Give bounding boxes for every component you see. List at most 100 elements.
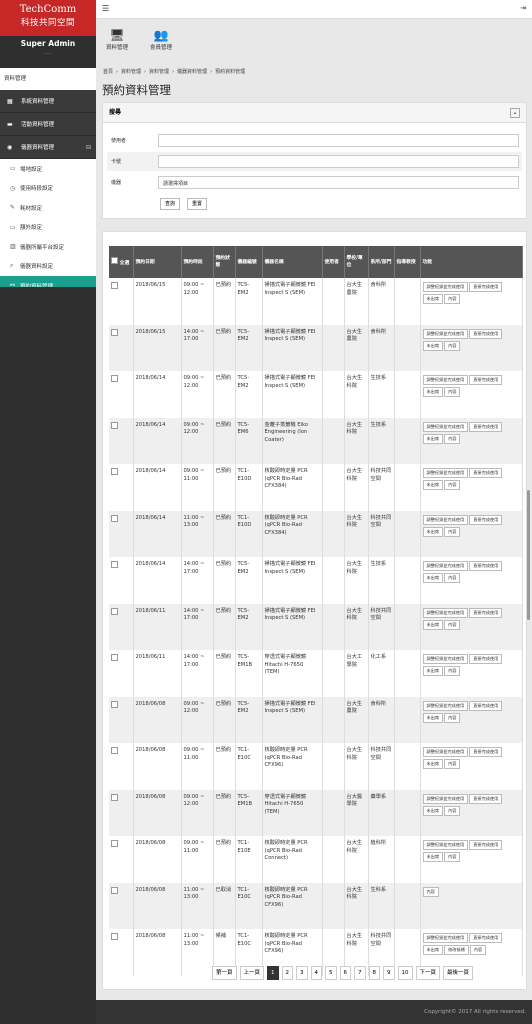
row-checkbox[interactable] bbox=[111, 747, 118, 754]
action-button[interactable]: 內容 bbox=[444, 852, 461, 862]
brand-logo[interactable]: TechComm 科技共同空間 bbox=[0, 0, 96, 36]
page-button[interactable]: 上一頁 bbox=[239, 966, 265, 980]
action-button[interactable]: 內容 bbox=[444, 666, 461, 676]
quick-data-manage-button[interactable]: 🖥 資料管理 bbox=[102, 28, 132, 51]
action-button[interactable]: 調整紀錄並完成使用 bbox=[422, 747, 469, 757]
action-button[interactable]: 調整紀錄並完成使用 bbox=[422, 561, 469, 571]
page-button[interactable]: 2 bbox=[281, 966, 294, 980]
action-button[interactable]: 內容 bbox=[422, 886, 439, 897]
sidebar-item-sub[interactable]: ▭ 場地設定 bbox=[0, 159, 96, 179]
select-all-checkbox[interactable] bbox=[111, 257, 118, 264]
action-button[interactable]: 未出席 bbox=[422, 852, 444, 862]
scrollbar[interactable] bbox=[527, 490, 530, 620]
action-button[interactable]: 調整紀錄並完成使用 bbox=[422, 421, 469, 432]
action-button[interactable]: 內容 bbox=[444, 759, 461, 769]
action-button[interactable]: 內容 bbox=[444, 805, 461, 816]
action-button[interactable]: 未出席 bbox=[422, 294, 444, 304]
row-checkbox[interactable] bbox=[111, 561, 118, 568]
action-button[interactable]: 調整紀錄並完成使用 bbox=[422, 933, 469, 943]
action-button[interactable]: 調整紀錄並完成使用 bbox=[422, 793, 469, 804]
action-button[interactable]: 未出席 bbox=[422, 945, 444, 955]
action-button[interactable]: 調整紀錄並完成使用 bbox=[422, 282, 469, 292]
action-button[interactable]: 直接完成使用 bbox=[469, 282, 503, 292]
action-button[interactable]: 直接完成使用 bbox=[469, 375, 503, 385]
action-button[interactable]: 未出席 bbox=[422, 526, 444, 537]
page-button[interactable]: 1 bbox=[267, 966, 279, 980]
sidebar-item-main[interactable]: ▬ 活動資料管理 bbox=[0, 113, 96, 136]
action-button[interactable]: 修改候補 bbox=[444, 945, 469, 955]
row-checkbox[interactable] bbox=[111, 886, 118, 894]
page-button[interactable]: 6 bbox=[339, 966, 352, 980]
page-button[interactable]: 第一頁 bbox=[212, 966, 237, 980]
action-button[interactable]: 內容 bbox=[444, 480, 461, 490]
action-button[interactable]: 未出席 bbox=[422, 433, 444, 444]
page-button[interactable]: 3 bbox=[296, 966, 308, 980]
row-checkbox[interactable] bbox=[111, 421, 118, 429]
action-button[interactable]: 調整紀錄並完成使用 bbox=[422, 375, 469, 385]
sidebar-item-sub[interactable]: ▥ 儀器所屬平台設定 bbox=[0, 237, 96, 257]
action-button[interactable]: 內容 bbox=[444, 619, 461, 630]
row-checkbox[interactable] bbox=[111, 654, 118, 661]
row-checkbox[interactable] bbox=[111, 468, 118, 475]
action-button[interactable]: 調整紀錄並完成使用 bbox=[422, 654, 469, 664]
action-button[interactable]: 直接完成使用 bbox=[469, 561, 503, 571]
action-button[interactable]: 內容 bbox=[444, 712, 461, 723]
action-button[interactable]: 內容 bbox=[444, 433, 461, 444]
page-button[interactable]: 7 bbox=[354, 966, 366, 980]
page-button[interactable]: 最後一頁 bbox=[443, 966, 474, 980]
action-button[interactable]: 內容 bbox=[444, 340, 461, 351]
action-button[interactable]: 直接完成使用 bbox=[469, 700, 503, 711]
action-button[interactable]: 內容 bbox=[444, 387, 461, 397]
sidebar-item-sub[interactable]: ◷ 使用時段設定 bbox=[0, 179, 96, 199]
action-button[interactable]: 內容 bbox=[469, 945, 487, 955]
instrument-select[interactable]: 請選擇項目 bbox=[158, 176, 519, 189]
row-checkbox[interactable] bbox=[111, 514, 118, 522]
page-button[interactable]: 10 bbox=[397, 966, 413, 980]
action-button[interactable]: 調整紀錄並完成使用 bbox=[422, 514, 469, 525]
action-button[interactable]: 調整紀錄並完成使用 bbox=[422, 468, 469, 478]
row-checkbox[interactable] bbox=[111, 375, 118, 382]
row-checkbox[interactable] bbox=[111, 607, 118, 615]
action-button[interactable]: 直接完成使用 bbox=[469, 933, 503, 943]
quick-member-manage-button[interactable]: 👥 會員管理 bbox=[146, 28, 176, 51]
header-0[interactable]: 全選 bbox=[109, 246, 134, 278]
action-button[interactable]: 未出席 bbox=[422, 759, 444, 769]
action-button[interactable]: 未出席 bbox=[422, 805, 444, 816]
sidebar-item-sub[interactable]: ⌕ 儀器資料設定 bbox=[0, 257, 96, 277]
action-button[interactable]: 直接完成使用 bbox=[469, 421, 503, 432]
row-checkbox[interactable] bbox=[111, 793, 118, 801]
sidebar-item-main[interactable]: ◉ 儀器資料管理 ⊟ bbox=[0, 136, 96, 159]
action-button[interactable]: 未出席 bbox=[422, 387, 444, 397]
action-button[interactable]: 直接完成使用 bbox=[469, 840, 503, 850]
page-button[interactable]: 9 bbox=[383, 966, 395, 980]
action-button[interactable]: 直接完成使用 bbox=[469, 328, 503, 339]
sidebar-item-sub[interactable]: ▭ 額外設定 bbox=[0, 218, 96, 238]
action-button[interactable]: 調整紀錄並完成使用 bbox=[422, 840, 469, 850]
page-button[interactable]: 4 bbox=[310, 966, 323, 980]
query-button[interactable]: 查詢 bbox=[160, 198, 180, 210]
sidebar-item-main[interactable]: ▦ 系統資料管理 bbox=[0, 90, 96, 113]
user-input[interactable] bbox=[158, 134, 519, 147]
action-button[interactable]: 調整紀錄並完成使用 bbox=[422, 607, 469, 618]
action-button[interactable]: 未出席 bbox=[422, 573, 444, 583]
card-input[interactable] bbox=[158, 155, 519, 168]
collapse-icon[interactable]: ⊟ bbox=[86, 144, 91, 151]
breadcrumb-item[interactable]: 資料管理 bbox=[121, 69, 141, 75]
page-button[interactable]: 下一頁 bbox=[415, 966, 441, 980]
action-button[interactable]: 未出席 bbox=[422, 712, 444, 723]
action-button[interactable]: 內容 bbox=[444, 526, 461, 537]
breadcrumb-item[interactable]: 首頁 bbox=[103, 69, 113, 75]
action-button[interactable]: 未出席 bbox=[422, 340, 444, 351]
hamburger-menu-icon[interactable]: ☰ bbox=[102, 4, 109, 13]
action-button[interactable]: 直接完成使用 bbox=[469, 514, 503, 525]
row-checkbox[interactable] bbox=[111, 840, 118, 847]
row-checkbox[interactable] bbox=[111, 700, 118, 708]
row-checkbox[interactable] bbox=[111, 933, 118, 940]
page-button[interactable]: 8 bbox=[368, 966, 381, 980]
action-button[interactable]: 直接完成使用 bbox=[469, 793, 503, 804]
logout-icon[interactable]: ⇥ bbox=[520, 4, 526, 12]
sidebar-item-sub[interactable]: ✎ 耗材設定 bbox=[0, 198, 96, 218]
action-button[interactable]: 直接完成使用 bbox=[469, 747, 503, 757]
action-button[interactable]: 未出席 bbox=[422, 666, 444, 676]
action-button[interactable]: 內容 bbox=[444, 573, 461, 583]
